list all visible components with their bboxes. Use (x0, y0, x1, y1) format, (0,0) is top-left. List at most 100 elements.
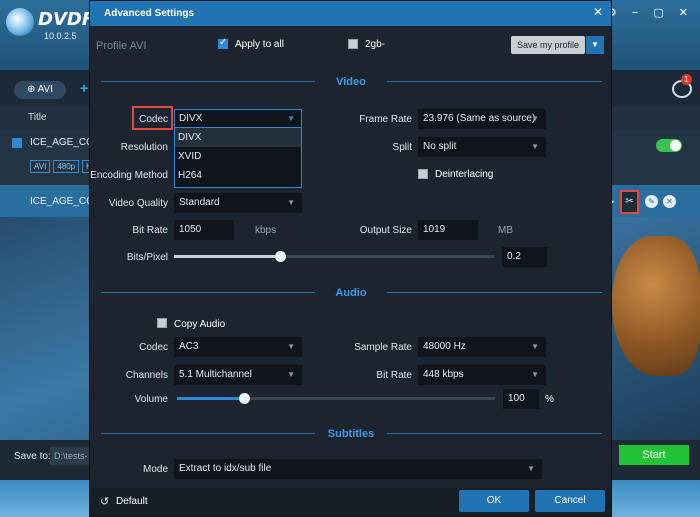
subtitles-section-title: Subtitles (327, 428, 375, 440)
split-2gb-checkbox[interactable] (348, 39, 358, 49)
format-tag[interactable]: 480p (53, 160, 80, 173)
close-icon[interactable]: ✕ (591, 5, 605, 19)
video-quality-label: Video Quality (108, 198, 168, 209)
chevron-down-icon: ▼ (287, 198, 295, 207)
subtitle-mode-value: Extract to idx/sub file (179, 463, 272, 474)
copy-audio-checkbox[interactable] (157, 318, 167, 328)
volume-unit: % (545, 394, 554, 405)
bits-per-pixel-slider[interactable] (174, 251, 494, 262)
window-controls[interactable]: ⚙ − ▢ ✕ (607, 6, 694, 19)
sample-rate-label: Sample Rate (354, 342, 412, 353)
sample-rate-value: 48000 Hz (423, 341, 466, 352)
chevron-down-icon: ▼ (531, 114, 539, 123)
section-divider (101, 292, 315, 293)
chevron-down-icon: ▼ (287, 342, 295, 351)
deinterlacing-label: Deinterlacing (435, 169, 494, 180)
slider-fill (174, 255, 280, 258)
volume-slider[interactable] (177, 393, 495, 404)
save-to-path[interactable]: D:\tests- (50, 447, 90, 465)
add-source-icon[interactable]: + (80, 80, 88, 96)
collapse-icon[interactable] (12, 138, 22, 148)
chevron-down-icon: ▼ (287, 114, 295, 123)
split-select[interactable]: No split ▼ (418, 137, 546, 157)
volume-input[interactable]: 100 (503, 389, 539, 409)
video-bitrate-input[interactable]: 1050 (174, 220, 234, 240)
save-profile-button[interactable]: Save my profile (511, 36, 585, 54)
wrench-icon: ✂ (625, 196, 634, 207)
channels-select[interactable]: 5.1 Multichannel ▼ (174, 365, 302, 385)
volume-label: Volume (134, 394, 168, 405)
subtitle-mode-label: Mode (142, 464, 168, 475)
output-size-input[interactable]: 1019 (418, 220, 478, 240)
audio-codec-select[interactable]: AC3 ▼ (174, 337, 302, 357)
channels-value: 5.1 Multichannel (179, 369, 252, 380)
video-codec-select[interactable]: DIVX ▼ (174, 109, 302, 129)
bits-per-pixel-label: Bits/Pixel (126, 252, 168, 263)
audio-bitrate-select[interactable]: 448 kbps ▼ (418, 365, 546, 385)
split-2gb-label: 2gb- (365, 39, 386, 50)
codec-dropdown-list: DIVX XVID H264 (174, 127, 302, 188)
output-size-label: Output Size (359, 225, 412, 236)
chevron-down-icon: ▼ (531, 342, 539, 351)
section-divider (101, 433, 315, 434)
plus-circle-icon: ⊕ (27, 84, 38, 95)
dialog-footer (90, 488, 611, 516)
video-bitrate-label: Bit Rate (132, 225, 168, 236)
edit-icon[interactable]: ✎ (645, 195, 658, 208)
advanced-settings-button[interactable]: ✂ (620, 190, 639, 214)
video-section-title: Video (336, 76, 366, 88)
default-button[interactable]: Default (116, 496, 148, 507)
section-divider (387, 81, 602, 82)
title-column-header: Title (28, 112, 47, 123)
subtitle-mode-select[interactable]: Extract to idx/sub file ▼ (174, 459, 542, 479)
audio-bitrate-label: Bit Rate (376, 370, 412, 381)
video-codec-value: DIVX (179, 113, 203, 124)
encoding-method-label: Encoding Method (90, 170, 168, 181)
chevron-down-icon: ▼ (531, 142, 539, 151)
codec-option[interactable]: XVID (175, 147, 301, 166)
channels-label: Channels (125, 370, 168, 381)
slider-thumb[interactable] (275, 251, 286, 262)
save-to-label: Save to: (14, 451, 51, 462)
frame-rate-select[interactable]: 23.976 (Same as source) ▼ (418, 109, 546, 129)
codec-option[interactable]: H264 (175, 166, 301, 185)
output-size-unit: MB (498, 225, 513, 236)
cancel-button[interactable]: Cancel (535, 490, 605, 512)
dialog-title: Advanced Settings (104, 8, 195, 19)
app-version: 10.0.2.5 (44, 31, 77, 41)
frame-rate-value: 23.976 (Same as source) (423, 113, 536, 124)
apply-to-all-checkbox[interactable] (218, 37, 228, 49)
video-quality-select[interactable]: Standard ▼ (174, 193, 302, 213)
video-quality-value: Standard (179, 197, 220, 208)
audio-codec-value: AC3 (179, 341, 199, 352)
chevron-down-icon: ▼ (287, 370, 295, 379)
remove-icon[interactable]: ✕ (663, 195, 676, 208)
audio-section-title: Audio (335, 287, 367, 299)
add-avi-button[interactable]: ⊕ AVI (14, 81, 66, 99)
section-divider (387, 433, 602, 434)
section-divider (101, 81, 315, 82)
split-value: No split (423, 141, 457, 152)
notification-badge: 1 (681, 74, 692, 85)
advanced-settings-dialog: Advanced Settings ✕ Profile AVI Apply to… (89, 0, 612, 517)
deinterlacing-checkbox[interactable] (418, 169, 428, 179)
chevron-down-icon[interactable]: ▼ (586, 36, 604, 54)
preview-character (612, 236, 700, 376)
codec-highlight-box (132, 106, 173, 130)
format-tag[interactable]: AVI (30, 160, 51, 173)
sample-rate-select[interactable]: 48000 Hz ▼ (418, 337, 546, 357)
video-bitrate-unit: kbps (255, 225, 277, 236)
enable-toggle[interactable] (656, 139, 682, 152)
audio-codec-label: Codec (139, 342, 168, 353)
codec-option[interactable]: DIVX (175, 128, 301, 147)
split-label: Split (392, 142, 412, 153)
slider-thumb[interactable] (239, 393, 250, 404)
chevron-down-icon: ▼ (531, 370, 539, 379)
dvdfab-logo-icon (6, 8, 34, 36)
chevron-down-icon: ▼ (527, 464, 535, 473)
start-button[interactable]: Start (619, 445, 689, 465)
reset-icon[interactable]: ↺ (100, 495, 109, 508)
ok-button[interactable]: OK (459, 490, 529, 512)
resolution-label: Resolution (120, 142, 168, 153)
bits-per-pixel-input[interactable]: 0.2 (502, 247, 547, 267)
